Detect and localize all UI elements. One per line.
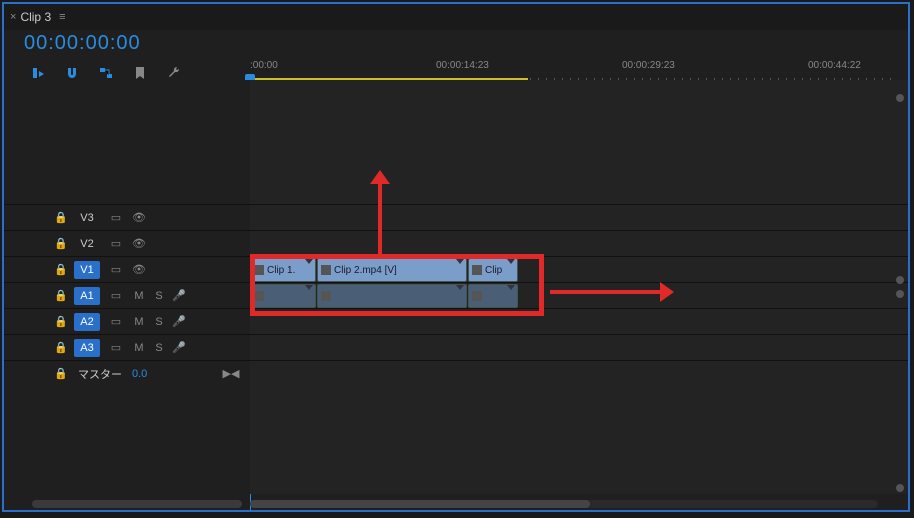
ruler-tick-label: 00:00:44:22 xyxy=(808,60,861,71)
video-clip[interactable]: Clip 1. xyxy=(250,258,316,282)
marker-icon[interactable] xyxy=(132,65,148,81)
source-patch-icon[interactable]: ▭ xyxy=(106,235,126,253)
voiceover-mic-icon[interactable]: 🎤 xyxy=(172,341,186,355)
track-lane-master[interactable] xyxy=(250,360,908,386)
track-header-column: 🔒 V3 ▭ 👁 🔒 V2 ▭ 👁 🔒 V1 ▭ 👁 🔒 A1 ▭ xyxy=(4,80,250,494)
source-patch-icon[interactable]: ▭ xyxy=(106,261,126,279)
mute-button[interactable]: M xyxy=(132,341,146,355)
timeline-header: 00:00:00:00 :00:00 00:00:14:23 00:00:29:… xyxy=(4,30,908,80)
source-patch-icon[interactable]: ▭ xyxy=(106,209,126,227)
linked-selection-icon[interactable] xyxy=(98,65,114,81)
track-lane-v1[interactable]: Clip 1. Clip 2.mp4 [V] Clip xyxy=(250,256,908,282)
lock-icon[interactable]: 🔒 xyxy=(54,263,68,277)
video-clip[interactable]: Clip xyxy=(468,258,518,282)
video-track-header[interactable]: 🔒 V2 ▭ 👁 xyxy=(4,230,250,256)
master-label: マスター xyxy=(78,366,122,382)
vscroll-handle-icon[interactable] xyxy=(896,484,904,492)
lock-icon[interactable]: 🔒 xyxy=(54,289,68,303)
fx-badge-icon xyxy=(254,291,264,301)
mute-button[interactable]: M xyxy=(132,289,146,303)
track-lane-v2[interactable] xyxy=(250,230,908,256)
solo-button[interactable]: S xyxy=(152,315,166,329)
timeline-tracks-area[interactable]: Clip 1. Clip 2.mp4 [V] Clip xyxy=(250,80,908,494)
video-track-header[interactable]: 🔒 V1 ▭ 👁 xyxy=(4,256,250,282)
lock-icon[interactable]: 🔒 xyxy=(54,237,68,251)
insert-overwrite-icon[interactable] xyxy=(30,65,46,81)
master-volume-value[interactable]: 0.0 xyxy=(132,368,147,380)
panel-tab-bar: × Clip 3 ≡ xyxy=(4,4,908,30)
clip-label: Clip 2.mp4 [V] xyxy=(334,265,397,276)
timeline-tool-row xyxy=(24,65,250,81)
fx-badge-icon xyxy=(254,265,264,275)
track-label[interactable]: V2 xyxy=(74,235,100,253)
clip-label: Clip 1. xyxy=(267,265,295,276)
vscroll-handle-icon[interactable] xyxy=(896,94,904,102)
track-label[interactable]: A3 xyxy=(74,339,100,357)
voiceover-mic-icon[interactable]: 🎤 xyxy=(172,315,186,329)
ruler-tick-label: 00:00:29:23 xyxy=(622,60,675,71)
panel-menu-icon[interactable]: ≡ xyxy=(59,11,65,23)
track-lane-v3[interactable] xyxy=(250,204,908,230)
lock-icon[interactable]: 🔒 xyxy=(54,367,68,381)
audio-track-header[interactable]: 🔒 A2 ▭ M S 🎤 xyxy=(4,308,250,334)
fx-badge-icon xyxy=(472,265,482,275)
track-label[interactable]: A2 xyxy=(74,313,100,331)
fx-badge-icon xyxy=(472,291,482,301)
fx-badge-icon xyxy=(321,265,331,275)
vscroll-handle-icon[interactable] xyxy=(896,276,904,284)
audio-track-header[interactable]: 🔒 A1 ▭ M S 🎤 xyxy=(4,282,250,308)
source-patch-icon[interactable]: ▭ xyxy=(106,287,126,305)
lock-icon[interactable]: 🔒 xyxy=(54,341,68,355)
eye-icon[interactable]: 👁 xyxy=(132,237,146,251)
time-ruler[interactable]: :00:00 00:00:14:23 00:00:29:23 00:00:44:… xyxy=(250,58,898,82)
audio-clip[interactable] xyxy=(468,284,518,308)
track-header-hscroll[interactable] xyxy=(32,500,242,508)
wrench-settings-icon[interactable] xyxy=(166,65,182,81)
tab-close-icon[interactable]: × xyxy=(10,11,16,23)
mute-button[interactable]: M xyxy=(132,315,146,329)
track-lane-a3[interactable] xyxy=(250,334,908,360)
eye-icon[interactable]: 👁 xyxy=(132,263,146,277)
lock-icon[interactable]: 🔒 xyxy=(54,211,68,225)
audio-clip[interactable] xyxy=(250,284,316,308)
playhead-timecode[interactable]: 00:00:00:00 xyxy=(24,32,250,55)
audio-clip[interactable] xyxy=(317,284,467,308)
source-patch-icon[interactable]: ▭ xyxy=(106,339,126,357)
ruler-tick-label: :00:00 xyxy=(250,60,278,71)
vscroll-handle-icon[interactable] xyxy=(896,290,904,298)
timeline-body: 🔒 V3 ▭ 👁 🔒 V2 ▭ 👁 🔒 V1 ▭ 👁 🔒 A1 ▭ xyxy=(4,80,908,494)
track-lane-a2[interactable] xyxy=(250,308,908,334)
navigator-thumb[interactable] xyxy=(250,500,590,508)
video-track-header[interactable]: 🔒 V3 ▭ 👁 xyxy=(4,204,250,230)
keyframe-diamond-icon[interactable]: ▶◀ xyxy=(224,367,238,381)
timeline-navigator[interactable] xyxy=(250,500,878,508)
track-lane-a1[interactable] xyxy=(250,282,908,308)
source-patch-icon[interactable]: ▭ xyxy=(106,313,126,331)
master-track-header[interactable]: 🔒 マスター 0.0 ▶◀ xyxy=(4,360,250,386)
voiceover-mic-icon[interactable]: 🎤 xyxy=(172,289,186,303)
fx-badge-icon xyxy=(321,291,331,301)
ruler-tick-label: 00:00:14:23 xyxy=(436,60,489,71)
lock-icon[interactable]: 🔒 xyxy=(54,315,68,329)
eye-icon[interactable]: 👁 xyxy=(132,211,146,225)
audio-track-header[interactable]: 🔒 A3 ▭ M S 🎤 xyxy=(4,334,250,360)
clip-label: Clip xyxy=(485,265,502,276)
solo-button[interactable]: S xyxy=(152,341,166,355)
video-clip[interactable]: Clip 2.mp4 [V] xyxy=(317,258,467,282)
sequence-tab-label[interactable]: Clip 3 xyxy=(20,10,51,24)
solo-button[interactable]: S xyxy=(152,289,166,303)
timeline-panel: × Clip 3 ≡ 00:00:00:00 :00:00 00:00:14:2… xyxy=(2,2,910,512)
snap-magnet-icon[interactable] xyxy=(64,65,80,81)
track-label[interactable]: V1 xyxy=(74,261,100,279)
track-label[interactable]: A1 xyxy=(74,287,100,305)
track-label[interactable]: V3 xyxy=(74,209,100,227)
